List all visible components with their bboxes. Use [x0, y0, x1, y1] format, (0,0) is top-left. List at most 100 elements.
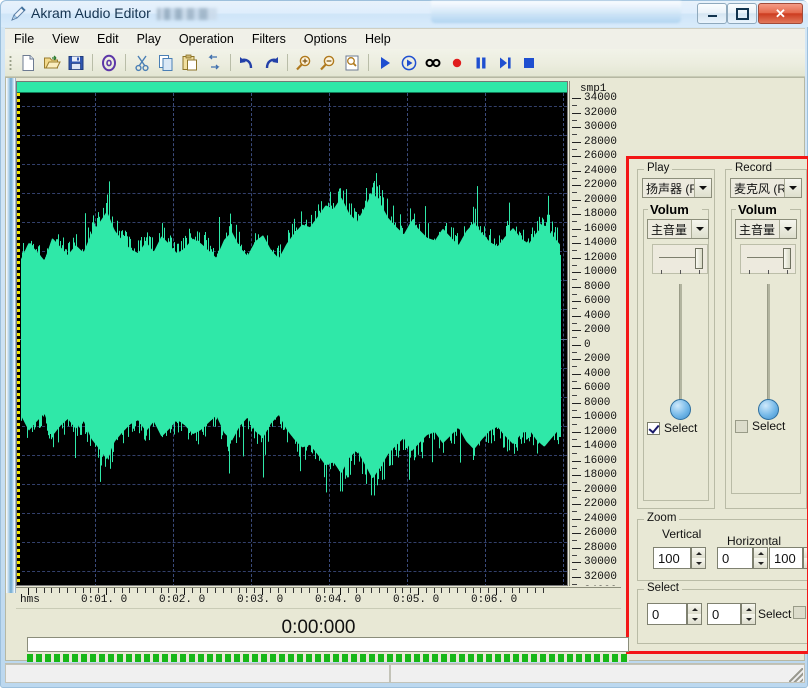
select-end-input[interactable]: 0 — [707, 603, 741, 625]
waveform-display[interactable] — [16, 81, 568, 586]
waveform-selection-strip[interactable] — [17, 82, 567, 93]
redo-button[interactable] — [260, 52, 282, 74]
play-volume-slider-knob[interactable] — [670, 399, 691, 420]
close-button[interactable]: ✕ — [758, 3, 803, 24]
play-volume-slider-track[interactable] — [679, 284, 682, 404]
menu-edit[interactable]: Edit — [88, 30, 128, 49]
vertical-scrollbar[interactable] — [6, 78, 16, 593]
resize-grip[interactable] — [789, 668, 803, 682]
zoom-vertical-stepper[interactable] — [691, 547, 706, 569]
menu-filters[interactable]: Filters — [243, 30, 295, 49]
stop-button[interactable] — [518, 52, 540, 74]
record-balance-trackbar[interactable] — [740, 244, 796, 274]
amplitude-tick — [572, 519, 581, 520]
zoom-horizontal-start-input[interactable]: 0 — [717, 547, 753, 569]
zoom-vertical-stepper-down[interactable] — [692, 558, 705, 568]
amplitude-tick-label: 24000 — [584, 514, 617, 524]
open-icon — [43, 54, 61, 72]
zoom-horizontal-input[interactable]: 100 — [769, 547, 803, 569]
play-step-button[interactable] — [494, 52, 516, 74]
play-volume-chevron-down-icon[interactable] — [691, 220, 708, 238]
position-input[interactable] — [27, 637, 629, 652]
amplitude-tick — [572, 374, 581, 375]
select-start-input[interactable]: 0 — [647, 603, 687, 625]
time-ruler: hms 0:01. 00:02. 00:03. 00:04. 00:05. 00… — [16, 587, 621, 607]
select-enable-checkbox[interactable] — [793, 606, 806, 619]
play-from-button[interactable] — [398, 52, 420, 74]
waveform-start-marker — [17, 93, 20, 586]
pause-button[interactable] — [470, 52, 492, 74]
copy-button[interactable] — [155, 52, 177, 74]
maximize-button[interactable] — [727, 3, 757, 24]
menu-help[interactable]: Help — [356, 30, 400, 49]
record-device-combo[interactable]: 麦克风 (R — [730, 178, 802, 198]
amplitude-tick-label: 32000 — [584, 572, 617, 582]
select-start-value: 0 — [648, 607, 686, 622]
menu-play[interactable]: Play — [128, 30, 170, 49]
select-end-stepper-down[interactable] — [742, 614, 755, 624]
zoom-fit-button[interactable] — [341, 52, 363, 74]
waveform-canvas[interactable] — [17, 93, 567, 586]
play-device-chevron-down-icon[interactable] — [694, 179, 711, 197]
menu-options[interactable]: Options — [295, 30, 356, 49]
zoom-horizontal-start-stepper[interactable] — [753, 547, 768, 569]
time-tick — [356, 588, 357, 593]
amplitude-tick-label: 22000 — [584, 499, 617, 509]
time-tick — [488, 588, 489, 593]
play-volume-source-combo[interactable]: 主音量 — [647, 219, 709, 239]
record-select-checkbox[interactable] — [735, 420, 748, 433]
amplitude-tick-label: 26000 — [584, 151, 617, 161]
record-button[interactable] — [446, 52, 468, 74]
save-button[interactable] — [65, 52, 87, 74]
minimize-button[interactable] — [697, 3, 727, 24]
record-balance-thumb[interactable] — [783, 248, 791, 269]
time-tick — [36, 588, 37, 593]
zoom-horizontal-stepper[interactable] — [803, 547, 808, 569]
menu-operation[interactable]: Operation — [170, 30, 243, 49]
play-select-checkbox[interactable] — [647, 422, 660, 435]
toolbar-separator — [287, 54, 288, 71]
record-volume-chevron-down-icon[interactable] — [779, 220, 796, 238]
zoom-vertical-input[interactable]: 100 — [653, 547, 691, 569]
maximize-icon — [728, 4, 756, 23]
time-tick — [223, 588, 224, 593]
zoom-in-button[interactable] — [293, 52, 315, 74]
time-tick — [254, 588, 255, 593]
play-button[interactable] — [374, 52, 396, 74]
zoom-out-button[interactable] — [317, 52, 339, 74]
record-volume-slider-knob[interactable] — [758, 399, 779, 420]
amplitude-tick-label: 32000 — [584, 108, 617, 118]
play-balance-trackbar[interactable] — [652, 244, 708, 274]
undo-button[interactable] — [236, 52, 258, 74]
amplitude-tick-label: 10000 — [584, 412, 617, 422]
menu-view[interactable]: View — [43, 30, 88, 49]
cd-button[interactable] — [98, 52, 120, 74]
open-button[interactable] — [41, 52, 63, 74]
time-tick — [246, 588, 247, 593]
time-tick-label: 0:05. 0 — [393, 594, 439, 606]
select-start-stepper-down[interactable] — [688, 614, 701, 624]
toolbar-grip[interactable] — [9, 55, 12, 70]
record-device-chevron-down-icon[interactable] — [784, 179, 801, 197]
menu-file[interactable]: File — [5, 30, 43, 49]
play-device-combo[interactable]: 扬声器 (R — [642, 178, 712, 198]
time-tick — [387, 588, 388, 593]
zoom-horizontal-start-stepper-down[interactable] — [754, 558, 767, 568]
loop-button[interactable] — [422, 52, 444, 74]
paste-button[interactable] — [179, 52, 201, 74]
play-device-value: 扬声器 (R — [643, 180, 694, 197]
paste-special-button[interactable] — [203, 52, 225, 74]
select-start-stepper[interactable] — [687, 603, 702, 625]
toolbar-separator — [368, 54, 369, 71]
play-balance-thumb[interactable] — [695, 248, 703, 269]
time-tick-label: 0:06. 0 — [471, 594, 517, 606]
amplitude-tick — [572, 229, 581, 230]
zoom-horizontal-stepper-down[interactable] — [804, 558, 808, 568]
select-end-stepper[interactable] — [741, 603, 756, 625]
cut-button[interactable] — [131, 52, 153, 74]
status-pane-left — [5, 664, 390, 683]
record-volume-slider-track[interactable] — [767, 284, 770, 404]
record-volume-source-combo[interactable]: 主音量 — [735, 219, 797, 239]
new-button[interactable] — [17, 52, 39, 74]
time-tick — [270, 588, 271, 593]
